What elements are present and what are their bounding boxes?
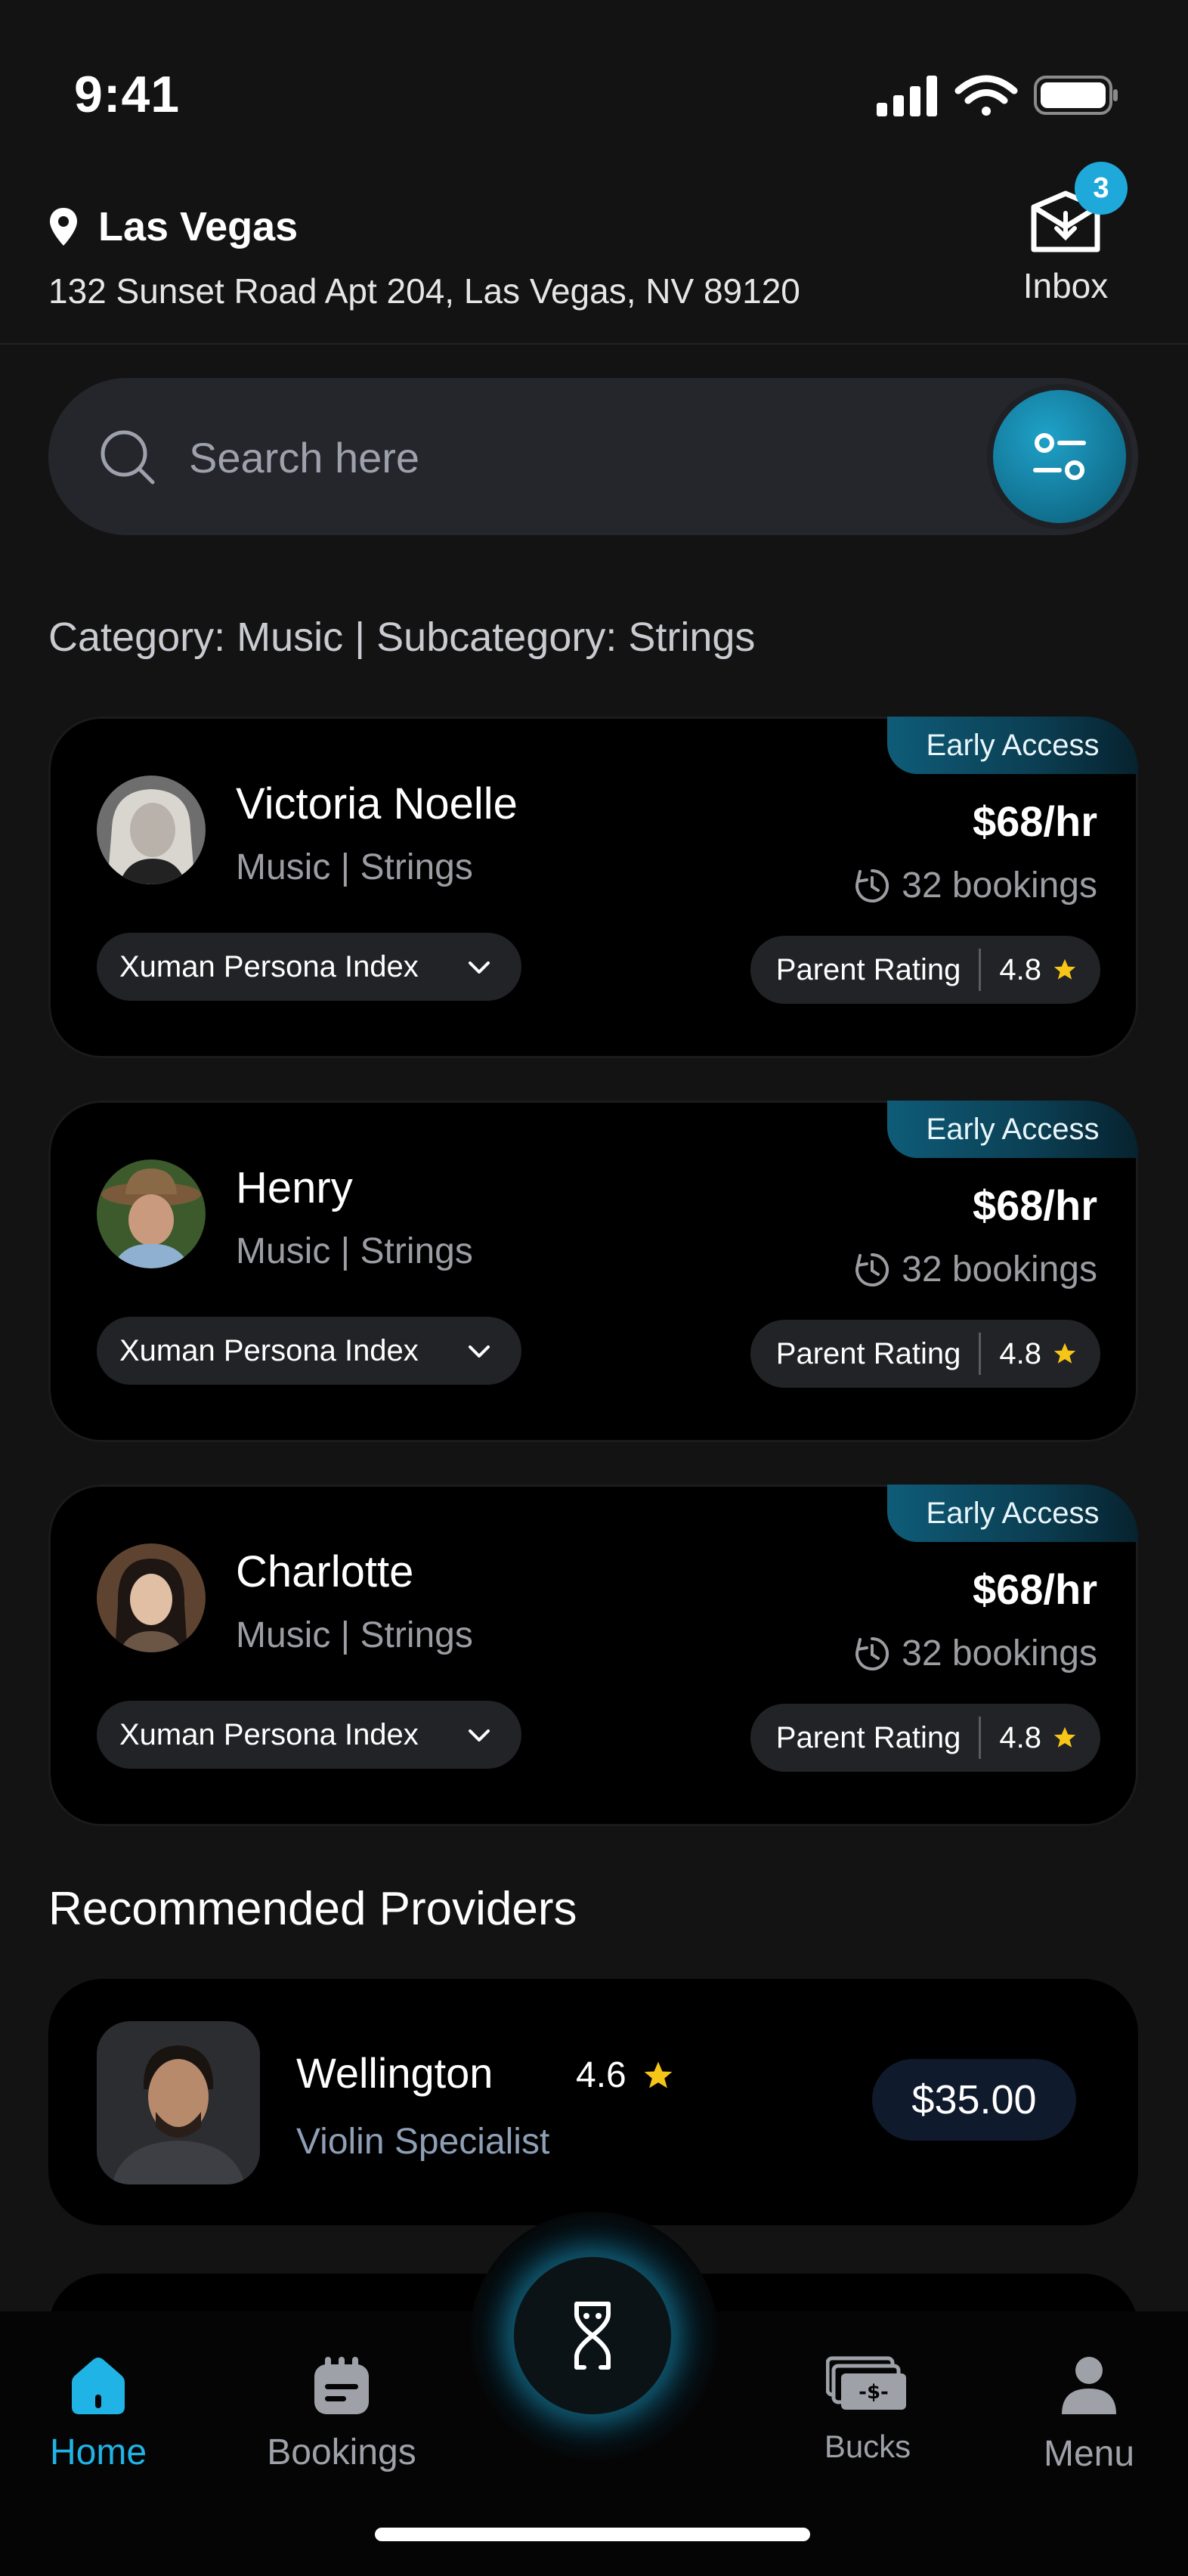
header-divider — [0, 343, 1188, 345]
parent-rating: Parent Rating 4.8 — [750, 1704, 1100, 1772]
money-icon: -$- — [825, 2356, 906, 2410]
bookings-count: 32 bookings — [853, 865, 1097, 906]
bookings-count: 32 bookings — [853, 1249, 1097, 1290]
parent-rating: Parent Rating 4.8 — [750, 936, 1100, 1004]
tab-bucks-label: Bucks — [824, 2429, 911, 2464]
provider-avatar — [97, 1160, 206, 1268]
filter-icon — [1033, 433, 1086, 480]
persona-index-label: Xuman Persona Index — [119, 1333, 419, 1367]
provider-photo — [97, 2021, 260, 2184]
persona-index-label: Xuman Persona Index — [119, 949, 419, 983]
tab-menu[interactable]: Menu — [1035, 2355, 1143, 2475]
tab-menu-label: Menu — [1043, 2434, 1135, 2474]
address-text: 132 Sunset Road Apt 204, Las Vegas, NV 8… — [48, 271, 800, 311]
filter-button[interactable] — [993, 390, 1126, 523]
parent-rating-label: Parent Rating — [775, 1720, 961, 1754]
tab-bookings-label: Bookings — [267, 2432, 416, 2472]
search-input[interactable] — [187, 425, 946, 490]
rating-divider — [979, 1333, 982, 1375]
recommended-section-title: Recommended Providers — [48, 1883, 577, 1935]
tab-bookings[interactable]: Bookings — [266, 2355, 417, 2473]
user-icon — [1062, 2357, 1116, 2414]
status-icons — [877, 75, 1118, 116]
provider-name: Wellington — [296, 2049, 493, 2097]
early-access-badge: Early Access — [887, 1485, 1138, 1542]
provider-card[interactable]: Early Access Victoria Noelle Music | Str… — [48, 717, 1138, 1058]
chevron-down-icon — [469, 1345, 490, 1358]
category-filter-text: Category: Music | Subcategory: Strings — [48, 615, 756, 660]
inbox-label: Inbox — [1022, 266, 1109, 305]
rating-value: 4.8 — [999, 1720, 1041, 1754]
star-icon — [1053, 958, 1076, 980]
tab-bucks[interactable]: -$- Bucks — [815, 2355, 920, 2465]
calendar-icon — [314, 2357, 369, 2414]
clock-history-icon — [855, 868, 889, 903]
persona-index-label: Xuman Persona Index — [119, 1717, 419, 1751]
inbox-count-badge: 3 — [1075, 162, 1128, 215]
signal-icon — [877, 76, 937, 116]
tab-home-label: Home — [49, 2432, 147, 2472]
star-icon — [1053, 1726, 1076, 1748]
star-icon — [1053, 1342, 1076, 1364]
provider-category: Music | Strings — [236, 847, 473, 887]
provider-card[interactable]: Early Access Henry Music | Strings $68/h… — [48, 1101, 1138, 1442]
provider-name: Charlotte — [236, 1547, 414, 1596]
provider-price: $68/hr — [973, 1181, 1097, 1229]
center-action-button[interactable] — [511, 2254, 674, 2417]
recommended-provider-card[interactable]: Wellington 4.6 Violin Specialist $35.00 — [48, 1979, 1138, 2225]
bookings-count: 32 bookings — [853, 1633, 1097, 1674]
persona-index-dropdown[interactable]: Xuman Persona Index — [97, 1701, 521, 1769]
provider-card[interactable]: Early Access Charlotte Music | Strings $… — [48, 1485, 1138, 1826]
parent-rating-label: Parent Rating — [775, 952, 961, 986]
provider-avatar — [97, 776, 206, 884]
provider-rating: 4.6 — [576, 2054, 675, 2096]
provider-category: Music | Strings — [236, 1231, 473, 1271]
early-access-badge: Early Access — [887, 717, 1138, 774]
persona-index-dropdown[interactable]: Xuman Persona Index — [97, 1317, 521, 1385]
rating-divider — [979, 949, 982, 991]
persona-index-dropdown[interactable]: Xuman Persona Index — [97, 933, 521, 1001]
parent-rating: Parent Rating 4.8 — [750, 1320, 1100, 1388]
chevron-down-icon — [469, 1729, 490, 1742]
svg-text:-$-: -$- — [859, 2381, 889, 2404]
location-selector[interactable]: Las Vegas — [48, 204, 298, 249]
search-bar — [48, 378, 1138, 535]
provider-name: Henry — [236, 1163, 353, 1212]
clock-history-icon — [855, 1252, 889, 1286]
battery-icon — [1034, 76, 1118, 115]
status-time: 9:41 — [74, 66, 181, 123]
city-name: Las Vegas — [98, 204, 299, 249]
provider-name: Victoria Noelle — [236, 779, 518, 828]
star-icon — [644, 2061, 673, 2088]
home-icon — [72, 2358, 125, 2414]
chevron-down-icon — [469, 961, 490, 974]
clock-history-icon — [855, 1636, 889, 1670]
provider-specialty: Violin Specialist — [296, 2122, 550, 2162]
provider-avatar — [97, 1543, 206, 1652]
rating-value: 4.8 — [999, 952, 1041, 986]
rating-value: 4.6 — [576, 2055, 626, 2095]
hourglass-logo-icon — [574, 2302, 611, 2370]
search-icon — [101, 430, 155, 485]
provider-price: $68/hr — [973, 1565, 1097, 1613]
tab-home[interactable]: Home — [42, 2355, 154, 2473]
bookings-text: 32 bookings — [902, 865, 1097, 906]
provider-price-pill: $35.00 — [872, 2059, 1076, 2141]
bookings-text: 32 bookings — [902, 1249, 1097, 1290]
parent-rating-label: Parent Rating — [775, 1336, 961, 1370]
bookings-text: 32 bookings — [902, 1633, 1097, 1673]
early-access-badge: Early Access — [887, 1101, 1138, 1158]
home-indicator — [375, 2528, 810, 2541]
provider-price: $68/hr — [973, 797, 1097, 845]
provider-category: Music | Strings — [236, 1615, 473, 1655]
rating-divider — [979, 1717, 982, 1759]
location-pin-icon — [50, 208, 77, 246]
rating-value: 4.8 — [999, 1336, 1041, 1370]
wifi-icon — [954, 75, 1018, 116]
